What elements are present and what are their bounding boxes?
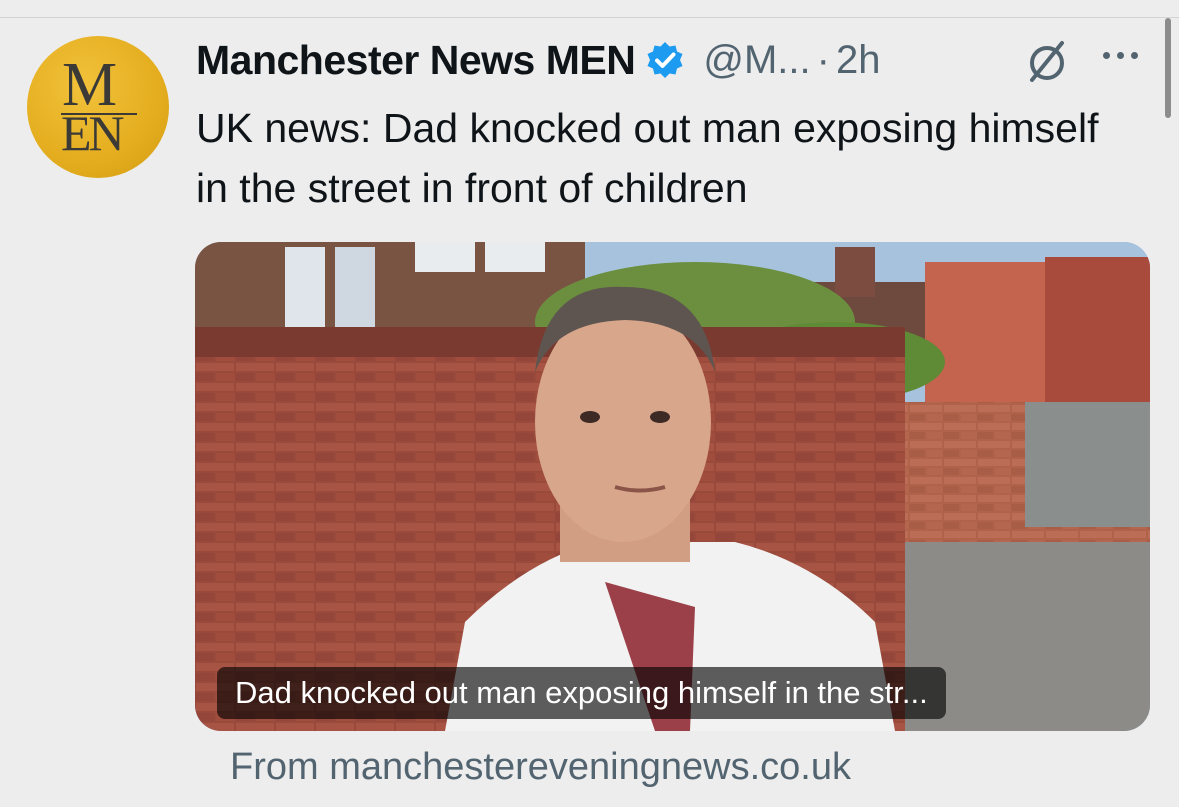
tweet-text: UK news: Dad knocked out man exposing hi… — [196, 105, 1099, 211]
card-headline: Dad knocked out man exposing himself in … — [217, 667, 946, 719]
grok-icon[interactable] — [1022, 38, 1072, 84]
link-card[interactable]: Dad knocked out man exposing himself in … — [195, 242, 1150, 731]
card-source[interactable]: From manchestereveningnews.co.uk — [230, 746, 851, 789]
author-name[interactable]: Manchester News MEN — [196, 37, 636, 84]
card-photo — [195, 242, 1150, 731]
avatar[interactable]: M EN — [27, 36, 169, 178]
tweet-header: Manchester News MEN @M... · 2h — [196, 34, 880, 86]
more-options-icon[interactable] — [1103, 52, 1138, 59]
separator-dot: · — [816, 37, 830, 82]
avatar-letters-bottom: EN — [61, 105, 125, 161]
top-divider — [0, 17, 1179, 18]
scrollbar[interactable] — [1165, 18, 1171, 118]
verified-badge-icon — [647, 42, 683, 78]
post-time[interactable]: 2h — [836, 38, 881, 83]
author-handle[interactable]: @M... — [703, 38, 810, 83]
